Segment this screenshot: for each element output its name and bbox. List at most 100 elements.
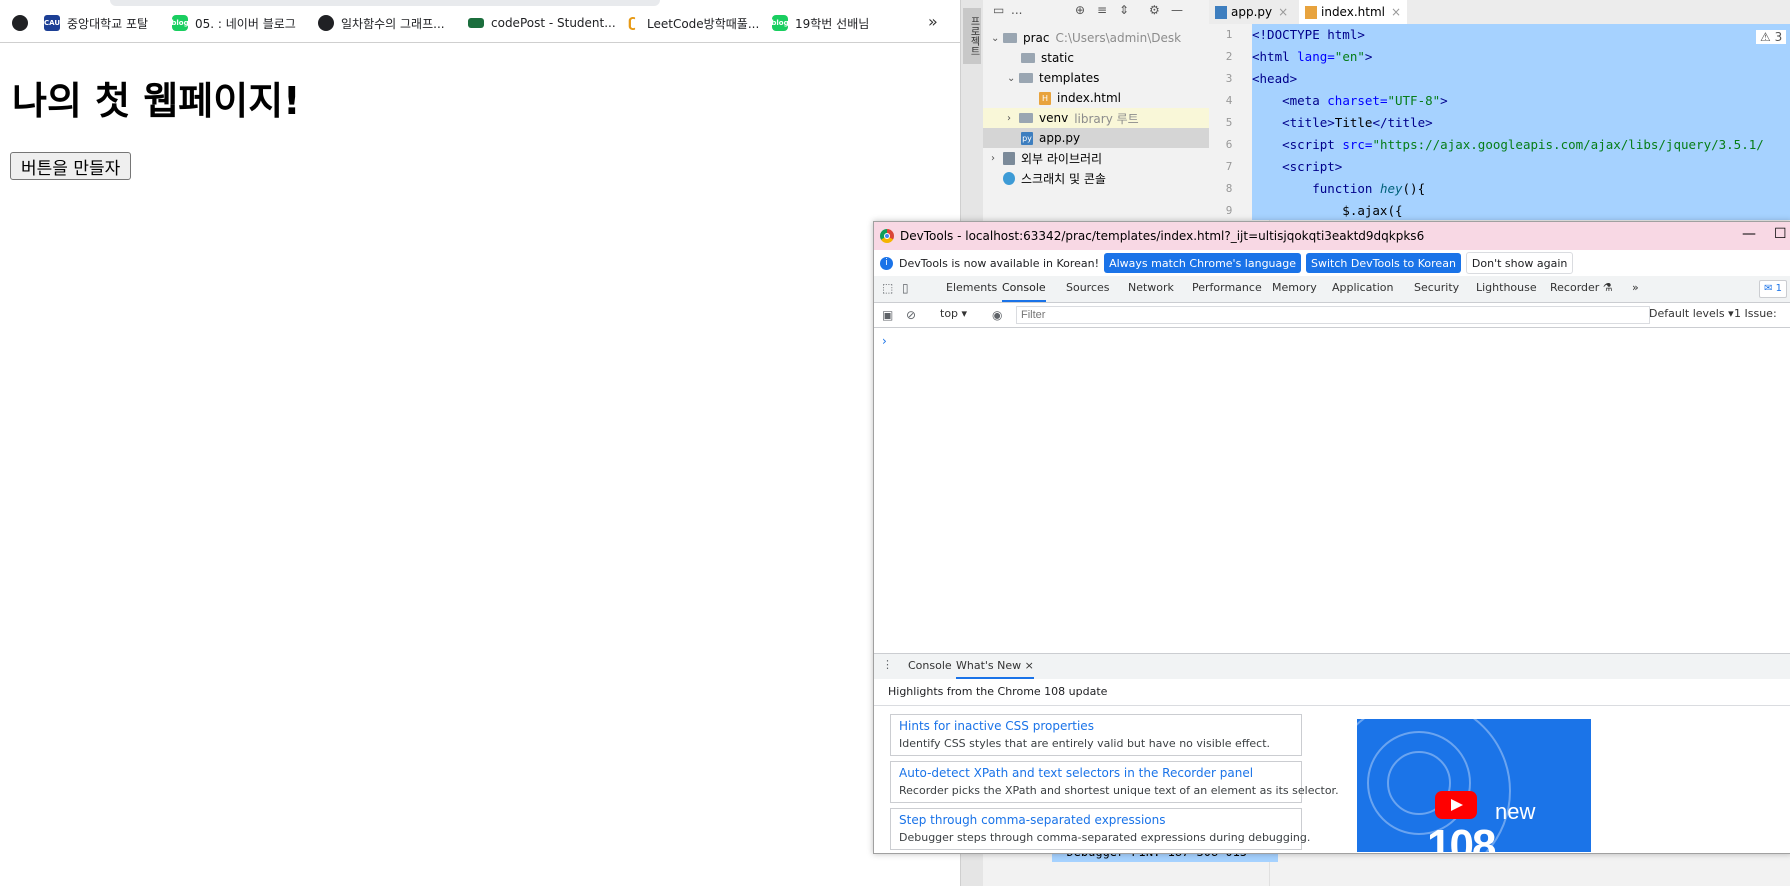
- whats-new-card[interactable]: Step through comma-separated expressions…: [890, 808, 1310, 850]
- tree-item-path: C:\Users\admin\Desk: [1055, 31, 1182, 45]
- omnibox-edge[interactable]: [110, 0, 660, 6]
- close-icon[interactable]: ×: [1278, 5, 1288, 19]
- bookmark-label: 일차함수의 그래프...: [341, 16, 445, 31]
- project-toolbar: ▭ ... ⊕ ≡ ⇕ ⚙ —: [983, 0, 1209, 25]
- code-line: <script src="https://ajax.googleapis.com…: [1282, 137, 1764, 152]
- context-selector[interactable]: top ▾: [940, 307, 967, 320]
- collapse-all-icon[interactable]: ⇕: [1119, 3, 1129, 17]
- tree-item-prac[interactable]: ⌄ prac C:\Users\admin\Desk: [983, 28, 1217, 48]
- tree-item-label: venv: [1039, 111, 1069, 125]
- maximize-button[interactable]: ☐: [1774, 226, 1787, 242]
- tab-app-py[interactable]: app.py ×: [1209, 0, 1294, 24]
- tab-security[interactable]: Security: [1414, 276, 1459, 300]
- log-levels-dropdown[interactable]: Default levels ▾: [1649, 307, 1734, 320]
- library-icon: [1003, 151, 1015, 165]
- chevron-right-icon[interactable]: ›: [991, 153, 1003, 164]
- drawer-tab-console[interactable]: Console: [908, 654, 952, 677]
- tab-lighthouse[interactable]: Lighthouse: [1476, 276, 1537, 300]
- tree-item-static[interactable]: static: [983, 48, 1247, 68]
- chevron-right-icon[interactable]: ›: [1007, 113, 1019, 124]
- tab-performance[interactable]: Performance: [1192, 276, 1262, 300]
- project-toolbar-label[interactable]: ...: [1011, 3, 1022, 17]
- warning-indicator[interactable]: ⚠ 3: [1756, 30, 1787, 44]
- bookmark-cau-portal[interactable]: CAU 중앙대학교 포탈: [44, 14, 148, 32]
- whats-new-card[interactable]: Hints for inactive CSS properties Identi…: [890, 714, 1302, 756]
- youtube-play-icon[interactable]: [1435, 791, 1477, 819]
- whats-new-video-thumbnail[interactable]: new 108: [1357, 719, 1591, 852]
- console-filter-input[interactable]: [1016, 306, 1650, 324]
- more-tabs-button[interactable]: »: [1632, 276, 1639, 300]
- bookmark-naver-blog[interactable]: blog 05. : 네이버 블로그: [171, 14, 296, 32]
- tab-application[interactable]: Application: [1332, 276, 1393, 300]
- line-number: 8: [1225, 182, 1233, 195]
- tree-item-scratches[interactable]: 스크래치 및 콘솔: [983, 168, 1229, 188]
- console-prompt[interactable]: ›: [882, 334, 887, 348]
- chevron-down-icon[interactable]: ⌄: [991, 33, 1003, 44]
- line-number: 3: [1225, 72, 1233, 85]
- card-description: Identify CSS styles that are entirely va…: [899, 737, 1271, 750]
- blog-icon: blog: [771, 15, 789, 31]
- card-title[interactable]: Auto-detect XPath and text selectors in …: [899, 766, 1253, 780]
- gear-icon[interactable]: ⚙: [1149, 3, 1160, 17]
- code-editor[interactable]: <!DOCTYPE html> <html lang="en"> <head> …: [1252, 24, 1790, 220]
- issues-counter[interactable]: 1 Issue:: [1734, 307, 1777, 320]
- bookmark-codepost[interactable]: codePost - Student...: [468, 14, 616, 32]
- tab-console[interactable]: Console: [1002, 276, 1046, 302]
- tab-elements[interactable]: Elements: [946, 276, 997, 300]
- bookmark-globe[interactable]: [12, 14, 35, 32]
- device-toolbar-icon[interactable]: ▯: [902, 281, 916, 295]
- tree-item-label: app.py: [1039, 131, 1081, 145]
- devtools-panel-tabs: ⬚ ▯ Elements Console Sources Network Per…: [874, 276, 1790, 303]
- hide-icon[interactable]: —: [1171, 3, 1183, 17]
- drawer-tab-whats-new[interactable]: What's New ×: [956, 654, 1034, 679]
- folder-icon: [1019, 113, 1033, 123]
- locate-icon[interactable]: ⊕: [1075, 3, 1085, 17]
- page-demo-button[interactable]: 버튼을 만들자: [10, 152, 132, 180]
- project-tool-window-tab[interactable]: 프로젝트: [963, 8, 981, 64]
- tab-memory[interactable]: Memory: [1272, 276, 1317, 300]
- folder-icon: [1019, 73, 1033, 83]
- folder-icon: [1021, 53, 1035, 63]
- tree-item-venv[interactable]: › venv library 루트: [983, 108, 1233, 128]
- switch-to-korean-button[interactable]: Switch DevTools to Korean: [1306, 253, 1461, 273]
- tab-sources[interactable]: Sources: [1066, 276, 1110, 300]
- inspect-element-icon[interactable]: ⬚: [882, 281, 896, 295]
- bookmark-linear-function[interactable]: 일차함수의 그래프...: [318, 14, 445, 32]
- code-line: <script>: [1282, 159, 1343, 174]
- tree-item-templates[interactable]: ⌄ templates: [983, 68, 1233, 88]
- eye-icon[interactable]: ◉: [992, 308, 1002, 322]
- drawer-menu-icon[interactable]: ⋮: [882, 658, 893, 671]
- issues-badge[interactable]: ✉ 1: [1759, 280, 1787, 298]
- tab-recorder[interactable]: Recorder ⚗: [1550, 276, 1613, 300]
- bookmark-label: 19학번 선배님: [795, 16, 870, 31]
- close-icon[interactable]: ×: [1391, 5, 1401, 19]
- bookmark-leetcode[interactable]: ʗ LeetCode방학때풀...: [624, 14, 759, 32]
- card-title[interactable]: Step through comma-separated expressions: [899, 813, 1166, 827]
- bookmarks-bar: CAU 중앙대학교 포탈 blog 05. : 네이버 블로그 일차함수의 그래…: [0, 0, 960, 43]
- cau-icon: CAU: [44, 15, 60, 31]
- more-bookmarks-button[interactable]: »: [928, 12, 938, 31]
- whats-new-card[interactable]: Auto-detect XPath and text selectors in …: [890, 761, 1339, 803]
- tab-index-html[interactable]: index.html ×: [1299, 0, 1408, 26]
- expand-all-icon[interactable]: ≡: [1097, 3, 1107, 17]
- html-file-icon: H: [1039, 91, 1051, 105]
- bookmark-label: codePost - Student...: [491, 16, 616, 30]
- always-match-language-button[interactable]: Always match Chrome's language: [1104, 253, 1302, 273]
- leetcode-icon: ʗ: [624, 15, 640, 31]
- chevron-down-icon[interactable]: ⌄: [1007, 73, 1019, 84]
- close-icon[interactable]: ×: [1025, 659, 1034, 672]
- card-title[interactable]: Hints for inactive CSS properties: [899, 719, 1094, 733]
- tree-item-external-libraries[interactable]: › 외부 라이브러리: [983, 148, 1217, 168]
- dont-show-again-button[interactable]: Don't show again: [1465, 252, 1574, 274]
- minimize-button[interactable]: —: [1742, 226, 1756, 242]
- tree-item-app-py[interactable]: py app.py: [983, 128, 1247, 148]
- infobar-message: DevTools is now available in Korean!: [899, 256, 1100, 270]
- bookmark-senior[interactable]: blog 19학번 선배님: [771, 14, 870, 32]
- project-view-icon[interactable]: ▭: [993, 3, 1004, 17]
- sidebar-toggle-icon[interactable]: ▣: [882, 308, 893, 322]
- tab-network[interactable]: Network: [1128, 276, 1174, 300]
- devtools-title-bar[interactable]: DevTools - localhost:63342/prac/template…: [874, 222, 1790, 250]
- browser-window: CAU 중앙대학교 포탈 blog 05. : 네이버 블로그 일차함수의 그래…: [0, 0, 960, 886]
- clear-console-icon[interactable]: ⊘: [906, 308, 916, 322]
- line-number: 1: [1225, 28, 1233, 41]
